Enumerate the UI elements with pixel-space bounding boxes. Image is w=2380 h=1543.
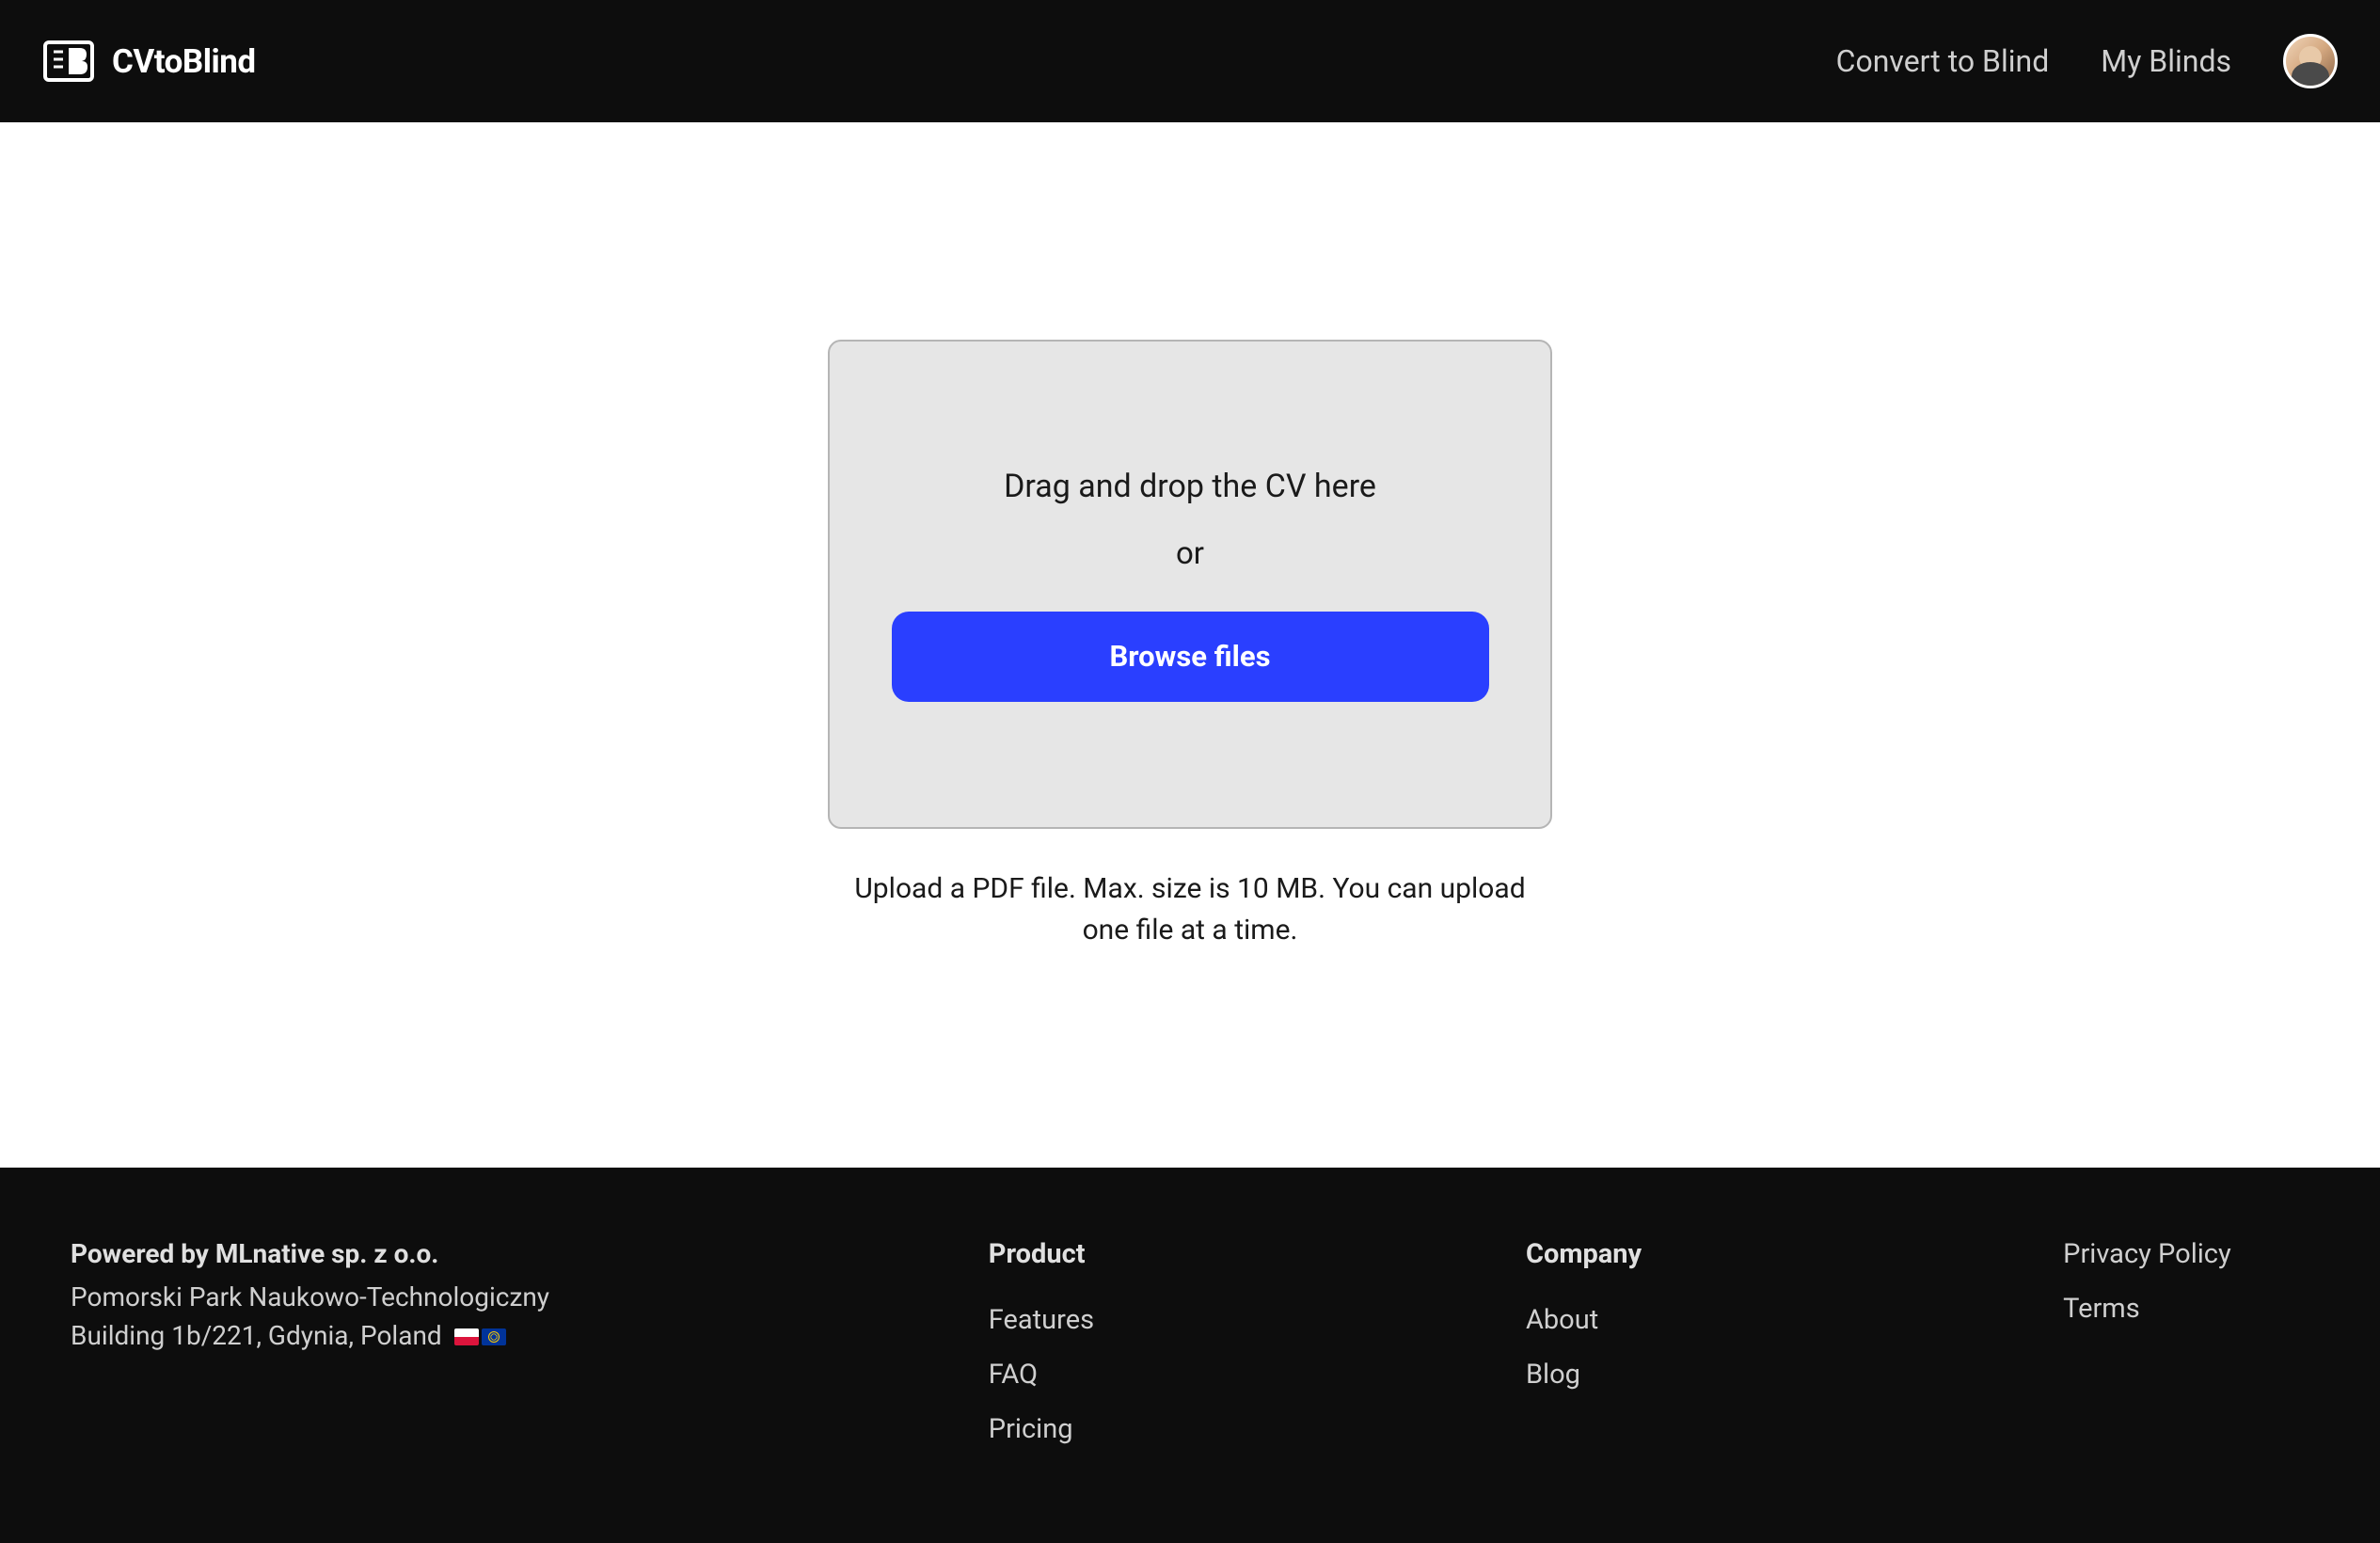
drop-text: Drag and drop the CV here <box>1004 468 1376 505</box>
product-heading: Product <box>989 1238 1526 1270</box>
footer-link-faq[interactable]: FAQ <box>989 1359 1526 1391</box>
footer-link-about[interactable]: About <box>1526 1304 2063 1336</box>
nav-convert-to-blind[interactable]: Convert to Blind <box>1836 43 2050 79</box>
nav-my-blinds[interactable]: My Blinds <box>2101 43 2231 79</box>
footer-company-info: Powered by MLnative sp. z o.o. Pomorski … <box>71 1238 989 1468</box>
address-line-1: Pomorski Park Naukowo-Technologiczny <box>71 1279 989 1317</box>
upload-container: Drag and drop the CV here or Browse file… <box>828 340 1552 950</box>
or-text: or <box>1176 535 1204 572</box>
upload-hint: Upload a PDF file. Max. size is 10 MB. Y… <box>828 868 1552 950</box>
main-content: Drag and drop the CV here or Browse file… <box>0 122 2380 1168</box>
eu-flag-icon <box>482 1328 506 1345</box>
footer-link-privacy[interactable]: Privacy Policy <box>2063 1238 2309 1270</box>
footer-link-pricing[interactable]: Pricing <box>989 1413 1526 1445</box>
header-nav: Convert to Blind My Blinds <box>1836 34 2338 88</box>
avatar[interactable] <box>2283 34 2338 88</box>
footer-company-column: Company About Blog <box>1526 1238 2063 1468</box>
header: CVtoBlind Convert to Blind My Blinds <box>0 0 2380 122</box>
footer-link-blog[interactable]: Blog <box>1526 1359 2063 1391</box>
logo-icon <box>42 39 95 84</box>
footer: Powered by MLnative sp. z o.o. Pomorski … <box>0 1168 2380 1543</box>
browse-files-button[interactable]: Browse files <box>892 612 1489 702</box>
brand-name: CVtoBlind <box>112 42 256 81</box>
footer-legal-column: Privacy Policy Terms <box>2063 1238 2309 1468</box>
footer-link-features[interactable]: Features <box>989 1304 1526 1336</box>
logo[interactable]: CVtoBlind <box>42 39 256 84</box>
footer-link-terms[interactable]: Terms <box>2063 1293 2309 1325</box>
address-text: Building 1b/221, Gdynia, Poland <box>71 1320 442 1351</box>
address-line-2: Building 1b/221, Gdynia, Poland <box>71 1317 989 1356</box>
flags <box>454 1328 506 1345</box>
footer-product-column: Product Features FAQ Pricing <box>989 1238 1526 1468</box>
company-heading: Company <box>1526 1238 2063 1270</box>
poland-flag-icon <box>454 1328 479 1345</box>
dropzone[interactable]: Drag and drop the CV here or Browse file… <box>828 340 1552 829</box>
powered-by: Powered by MLnative sp. z o.o. <box>71 1238 989 1269</box>
